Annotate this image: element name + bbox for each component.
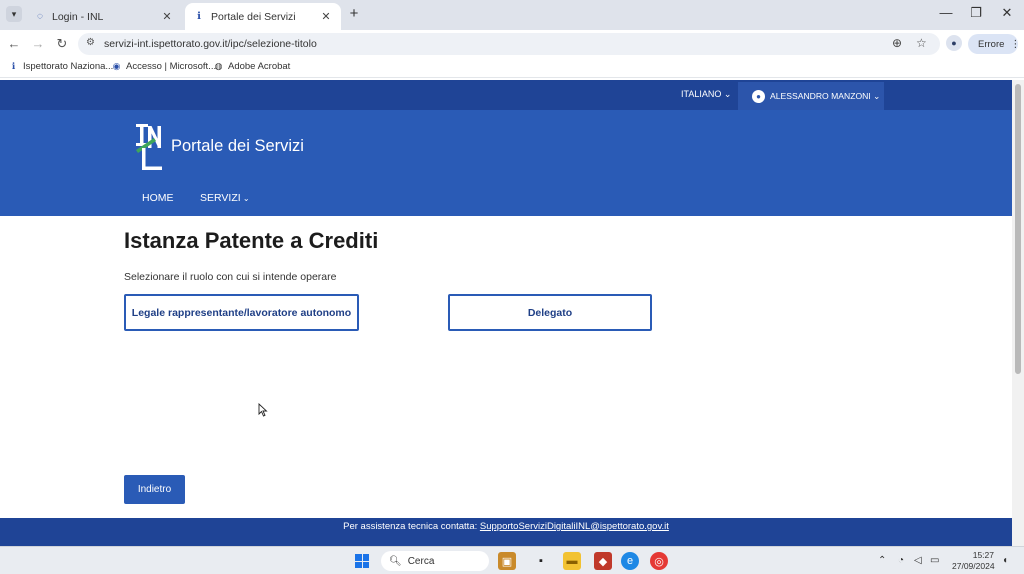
globe-icon: ◌ (37, 11, 43, 22)
inl-favicon-icon: ℹ (197, 11, 201, 22)
user-menu[interactable]: ● ALESSANDRO MANZONI ⌄ (738, 82, 884, 110)
taskbar-clock[interactable]: 15:27 27/09/2024 (952, 550, 995, 572)
bookmark-label: Adobe Acrobat (228, 61, 291, 72)
close-icon[interactable]: ✕ (319, 10, 333, 23)
inl-favicon-icon: ℹ (11, 61, 16, 71)
browser-toolbar: ← → ↻ ⚙ servizi-int.ispettorato.gov.it/i… (0, 30, 1024, 58)
restore-icon[interactable]: ❐ (966, 5, 986, 21)
mouse-cursor-icon (258, 403, 268, 417)
clock-date: 27/09/2024 (952, 561, 995, 571)
browser-tab-strip: ▾ ◌ Login - INL ✕ ℹ Portale dei Servizi … (0, 0, 1024, 30)
forward-arrow-icon[interactable]: → (30, 36, 46, 52)
nav-home[interactable]: HOME (142, 192, 174, 204)
page-viewport: ITALIANO ⌄ ● ALESSANDRO MANZONI ⌄ Portal… (0, 80, 1012, 546)
chevron-down-icon: ⌄ (870, 90, 881, 101)
chrome-browser-icon[interactable]: ◎ (650, 552, 668, 570)
globe-icon: ◍ (214, 61, 223, 71)
language-label: ITALIANO (681, 89, 722, 99)
tab-login[interactable]: ◌ Login - INL ✕ (26, 3, 182, 30)
tab-label: Portale dei Servizi (211, 10, 296, 23)
address-bar[interactable]: ⚙ servizi-int.ispettorato.gov.it/ipc/sel… (78, 33, 940, 55)
reload-icon[interactable]: ↻ (54, 36, 70, 52)
file-explorer-icon[interactable]: ▬ (563, 552, 581, 570)
minimize-icon[interactable]: — (936, 5, 956, 20)
speaker-icon[interactable]: ◁ (914, 555, 922, 566)
nav-servizi[interactable]: SERVIZI ⌄ (200, 192, 250, 204)
microsoft-icon: ◉ (112, 61, 121, 71)
back-arrow-icon[interactable]: ← (6, 36, 22, 52)
bookmark-microsoft[interactable]: ◉ Accesso | Microsoft... (111, 61, 217, 72)
role-delegato-button[interactable]: Delegato (448, 294, 652, 331)
support-email-link[interactable]: SupportoServiziDigitaliINL@ispettorato.g… (480, 521, 669, 532)
top-utility-bar: ITALIANO ⌄ ● ALESSANDRO MANZONI ⌄ (0, 80, 1012, 110)
footer-text: Per assistenza tecnica contatta: (343, 521, 478, 532)
error-label: Errore (978, 38, 1005, 50)
chevron-down-icon: ⌄ (723, 89, 732, 99)
briefcase-app-icon[interactable]: ▣ (498, 552, 516, 570)
tab-portale[interactable]: ℹ Portale dei Servizi ✕ (185, 3, 341, 30)
more-vert-icon: ⋮ (1010, 38, 1021, 50)
page-title: Istanza Patente a Crediti (124, 228, 379, 253)
bookmark-star-icon[interactable]: ☆ (916, 36, 927, 50)
edge-browser-icon[interactable]: e (621, 552, 639, 570)
language-selector[interactable]: ITALIANO ⌄ (681, 89, 731, 100)
new-tab-icon[interactable]: + (346, 6, 362, 22)
clock-time: 15:27 (972, 550, 994, 560)
windows-taskbar: 🔍︎ Cerca ▣ ▪ ▬ ◆ e ◎ ⌃ ◔ ◁ ▭ 15:27 27/09… (0, 546, 1024, 574)
url-text[interactable]: servizi-int.ispettorato.gov.it/ipc/selez… (104, 38, 317, 50)
zoom-icon[interactable]: ⊕ (892, 36, 902, 50)
bookmark-acrobat[interactable]: ◍ Adobe Acrobat (213, 61, 291, 72)
role-legale-button[interactable]: Legale rappresentante/lavoratore autonom… (124, 294, 359, 331)
page-subtitle: Selezionare il ruolo con cui si intende … (124, 271, 337, 283)
error-button[interactable]: Errore ⋮ (968, 34, 1021, 54)
tab-search-chevron-icon[interactable]: ▾ (6, 6, 22, 22)
windows-start-icon[interactable] (355, 554, 369, 568)
taskbar-search-label: Cerca (407, 555, 435, 567)
bookmarks-bar: ℹ Ispettorato Naziona... ◉ Accesso | Mic… (0, 58, 1024, 78)
site-header: Portale dei Servizi HOME SERVIZI ⌄ (0, 110, 1012, 216)
battery-icon[interactable]: ▭ (930, 555, 939, 566)
page-scrollbar[interactable] (1012, 80, 1024, 546)
page-footer: Per assistenza tecnica contatta: Support… (0, 518, 1012, 546)
site-info-icon[interactable]: ⚙ (86, 37, 95, 48)
taskbar-search[interactable]: 🔍︎ Cerca (381, 551, 489, 571)
bookmark-label: Ispettorato Naziona... (23, 61, 114, 72)
scrollbar-thumb[interactable] (1015, 84, 1021, 374)
nav-servizi-label: SERVIZI (200, 192, 241, 204)
notification-bell-icon[interactable]: ◖ (1002, 555, 1008, 566)
user-avatar-icon: ● (752, 89, 765, 103)
close-window-icon[interactable]: ✕ (997, 5, 1017, 21)
chevron-down-icon: ⌄ (240, 194, 250, 203)
tab-label: Login - INL (52, 10, 104, 23)
bookmark-ispettorato[interactable]: ℹ Ispettorato Naziona... (8, 61, 114, 72)
user-name: ALESSANDRO MANZONI (770, 91, 871, 101)
tray-chevron-up-icon[interactable]: ⌃ (878, 555, 886, 566)
inl-logo-icon[interactable] (134, 124, 168, 170)
wifi-icon[interactable]: ◔ (898, 555, 904, 566)
search-icon: 🔍︎ (389, 555, 402, 567)
profile-avatar-icon[interactable]: ● (946, 35, 962, 51)
security-app-icon[interactable]: ◆ (594, 552, 612, 570)
task-view-icon[interactable]: ▪ (532, 552, 550, 570)
bookmark-label: Accesso | Microsoft... (126, 61, 217, 72)
back-button[interactable]: Indietro (124, 475, 185, 504)
site-title[interactable]: Portale dei Servizi (171, 137, 304, 156)
close-icon[interactable]: ✕ (160, 10, 174, 23)
